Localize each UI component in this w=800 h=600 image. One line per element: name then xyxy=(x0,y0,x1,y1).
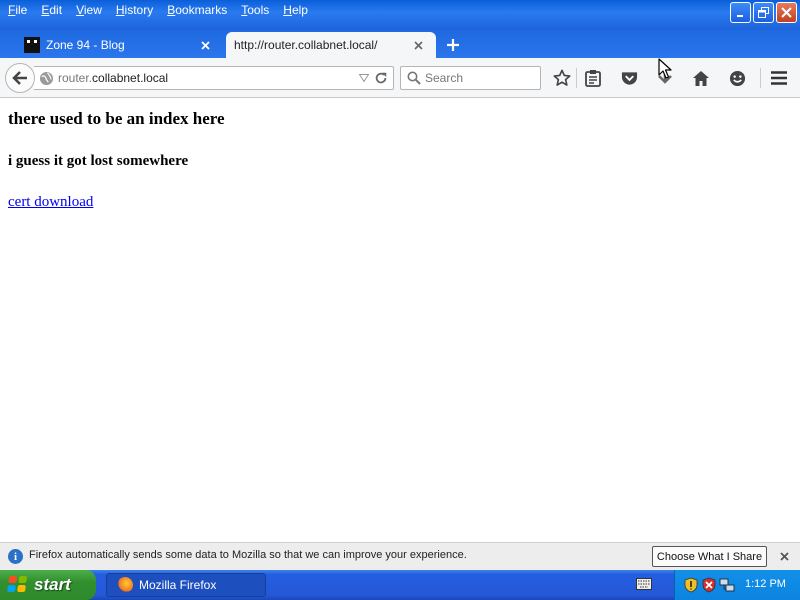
globe-icon xyxy=(39,71,54,86)
menu-view-label: iew xyxy=(83,3,102,17)
menu-tools-label: ools xyxy=(247,3,270,17)
menu-bookmarks-label: ookmarks xyxy=(175,3,228,17)
toolbar-separator xyxy=(576,68,577,88)
new-tab-button[interactable] xyxy=(444,36,462,54)
back-button[interactable] xyxy=(5,63,35,93)
system-tray: 1:12 PM xyxy=(674,570,800,600)
close-icon xyxy=(413,40,423,50)
restore-icon xyxy=(758,7,769,18)
page-content: there used to be an index here i guess i… xyxy=(0,98,800,542)
taskbar-item-label: Mozilla Firefox xyxy=(139,578,217,592)
search-bar[interactable] xyxy=(400,66,541,90)
open-menu-button[interactable] xyxy=(769,68,789,88)
tab-close-button[interactable] xyxy=(410,37,426,53)
menu-history[interactable]: History xyxy=(110,2,161,20)
menu-help[interactable]: Help xyxy=(277,2,316,20)
start-button[interactable]: start xyxy=(0,570,96,600)
pocket-button[interactable] xyxy=(619,68,639,88)
tab-title: http://router.collabnet.local/ xyxy=(234,38,378,52)
close-icon xyxy=(781,7,792,18)
menu-view-accel: V xyxy=(76,3,84,17)
keyboard-icon[interactable] xyxy=(636,578,652,590)
start-label: start xyxy=(34,575,71,594)
menu-edit-label: dit xyxy=(49,3,63,17)
menu-history-accel: H xyxy=(115,3,125,17)
url-prefix: router. xyxy=(58,71,93,85)
search-input[interactable] xyxy=(423,70,537,86)
taskbar-item-firefox[interactable]: Mozilla Firefox xyxy=(106,573,266,597)
clock: 1:12 PM xyxy=(745,578,786,590)
reload-icon[interactable] xyxy=(374,71,388,85)
security-alert-icon[interactable] xyxy=(701,577,717,593)
page-subheading: i guess it got lost somewhere xyxy=(8,153,189,169)
tab-title: Zone 94 - Blog xyxy=(46,38,125,52)
smiley-icon xyxy=(729,70,745,86)
url-bar[interactable]: router.collabnet.local xyxy=(34,66,394,90)
menu-view[interactable]: View xyxy=(70,2,110,20)
menu-help-accel: H xyxy=(283,3,292,17)
back-arrow-icon xyxy=(12,71,27,85)
cert-download-link[interactable]: cert download xyxy=(8,194,93,211)
search-icon xyxy=(407,71,421,85)
page-heading: there used to be an index here xyxy=(8,109,225,128)
tab-strip: Zone 94 - Blog http://router.collabnet.l… xyxy=(0,30,800,58)
notification-close-button[interactable] xyxy=(777,549,791,563)
info-icon: i xyxy=(8,549,23,564)
tab-zone94-blog[interactable]: Zone 94 - Blog xyxy=(18,32,223,58)
menu-bookmarks[interactable]: Bookmarks xyxy=(161,2,235,20)
window-controls xyxy=(730,2,797,23)
zone94-favicon-icon xyxy=(24,37,40,53)
home-button[interactable] xyxy=(691,68,711,88)
close-icon xyxy=(200,40,210,50)
window-titlebar: File Edit View History Bookmarks Tools H… xyxy=(0,0,800,30)
plus-icon xyxy=(447,39,459,51)
menu-tools[interactable]: Tools xyxy=(235,2,277,20)
toolbar-separator xyxy=(760,68,761,88)
menu-file-label: ile xyxy=(15,3,28,17)
security-shield-icon[interactable] xyxy=(683,577,699,593)
network-icon[interactable] xyxy=(719,577,735,593)
taskbar: start Mozilla Firefox 1:12 PM xyxy=(0,570,800,600)
url-text: router.collabnet.local xyxy=(58,71,168,85)
url-host: collabnet.local xyxy=(92,71,169,85)
pocket-icon xyxy=(621,72,637,85)
restore-button[interactable] xyxy=(753,2,774,23)
close-icon xyxy=(779,551,789,561)
choose-what-i-share-button[interactable]: Choose What I Share xyxy=(652,546,767,567)
hamburger-menu-icon xyxy=(771,71,787,85)
windows-logo-icon xyxy=(7,576,30,594)
firefox-icon xyxy=(117,577,133,593)
minimize-button[interactable] xyxy=(730,2,751,23)
menu-bar: File Edit View History Bookmarks Tools H… xyxy=(2,2,316,20)
clipboard-icon xyxy=(585,70,601,87)
history-dropmarker-icon[interactable] xyxy=(359,74,369,82)
menu-help-label: elp xyxy=(291,3,308,17)
hello-button[interactable] xyxy=(727,68,747,88)
home-icon xyxy=(693,70,709,86)
close-window-button[interactable] xyxy=(776,2,797,23)
notification-bar: i Firefox automatically sends some data … xyxy=(0,542,800,570)
notification-message: Firefox automatically sends some data to… xyxy=(29,549,467,561)
star-icon xyxy=(553,69,571,86)
bookmarks-menu-button[interactable] xyxy=(583,68,603,88)
tab-close-button[interactable] xyxy=(197,37,213,53)
mouse-cursor-icon xyxy=(658,58,672,79)
bookmark-star-button[interactable] xyxy=(552,68,572,88)
minimize-icon xyxy=(737,15,743,17)
menu-file[interactable]: File xyxy=(2,2,35,20)
navigation-toolbar: router.collabnet.local xyxy=(0,58,800,98)
tab-router[interactable]: http://router.collabnet.local/ xyxy=(226,32,436,58)
menu-history-label: istory xyxy=(124,3,154,17)
menu-edit[interactable]: Edit xyxy=(35,2,70,20)
